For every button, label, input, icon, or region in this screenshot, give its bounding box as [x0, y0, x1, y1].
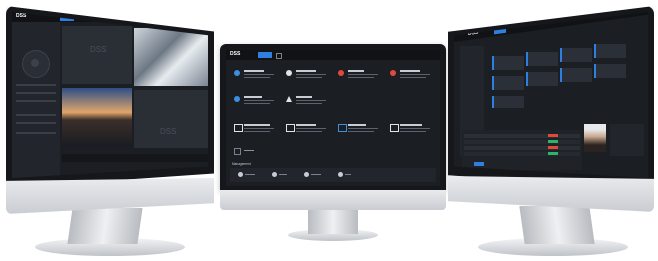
- status-badge: [548, 134, 558, 137]
- table-row[interactable]: [464, 146, 580, 150]
- app-tile[interactable]: [230, 92, 280, 110]
- table-row[interactable]: [464, 134, 580, 138]
- app-tile[interactable]: [334, 66, 384, 84]
- left-monitor-chin: [6, 178, 214, 214]
- left-control-panel: [12, 22, 60, 178]
- video-pane-1[interactable]: DSS: [62, 26, 132, 84]
- center-active-tab[interactable]: [258, 52, 272, 58]
- channel-card[interactable]: [526, 72, 558, 86]
- playback-icon: [286, 70, 292, 76]
- add-tab-button[interactable]: [276, 53, 282, 59]
- center-monitor: DSS Management: [218, 44, 448, 261]
- detail-panel: [610, 124, 644, 156]
- video-pane-2[interactable]: [134, 28, 208, 86]
- map-icon: [286, 96, 292, 102]
- left-monitor: DSS DSS DSS: [0, 0, 220, 261]
- table-row[interactable]: [464, 152, 580, 156]
- app-tile[interactable]: [230, 146, 260, 156]
- management-item[interactable]: [238, 172, 243, 177]
- channel-card[interactable]: [560, 48, 592, 62]
- center-app-logo: DSS: [230, 51, 241, 57]
- ptz-center-button[interactable]: [31, 59, 39, 67]
- management-item[interactable]: [304, 172, 309, 177]
- video-pane-3[interactable]: [62, 88, 132, 146]
- app-tile[interactable]: [282, 92, 332, 110]
- video-pane-4[interactable]: DSS: [134, 90, 208, 148]
- face-snapshot[interactable]: [584, 124, 606, 152]
- management-item[interactable]: [272, 172, 277, 177]
- status-badge: [548, 146, 558, 149]
- channel-grid: [488, 38, 644, 108]
- center-monitor-chin: [220, 190, 446, 210]
- table-row[interactable]: [464, 140, 580, 144]
- left-screen: DSS DSS DSS: [12, 12, 208, 178]
- app-tile[interactable]: [386, 120, 436, 138]
- app-tile[interactable]: [282, 120, 332, 138]
- channel-card[interactable]: [492, 96, 524, 108]
- right-screen: DSS: [454, 12, 648, 178]
- video-wall-icon: [234, 96, 240, 102]
- channel-card[interactable]: [492, 76, 524, 90]
- channel-card[interactable]: [594, 44, 626, 58]
- lock-icon: [390, 70, 396, 76]
- left-app-logo: DSS: [16, 13, 27, 19]
- left-bottom-bar: [62, 154, 208, 162]
- alarm-icon: [338, 70, 344, 76]
- app-tile[interactable]: [282, 66, 332, 84]
- vehicle-icon: [338, 124, 347, 132]
- channel-card[interactable]: [526, 52, 558, 66]
- left-monitor-body: DSS DSS DSS: [6, 6, 214, 214]
- status-badge: [548, 152, 558, 155]
- people-icon: [234, 124, 243, 132]
- center-topbar: DSS: [226, 50, 440, 60]
- right-monitor-chin: [448, 176, 654, 212]
- app-tile-grid: [230, 66, 436, 162]
- video-watermark-2: DSS: [160, 127, 177, 136]
- management-strip: [230, 168, 436, 182]
- right-monitor: DSS: [448, 0, 658, 261]
- app-tile[interactable]: [334, 120, 384, 138]
- center-monitor-neck: [308, 206, 358, 234]
- right-bottom-button[interactable]: [474, 162, 484, 166]
- monitor-icon: [234, 70, 240, 76]
- app-tile[interactable]: [230, 120, 280, 138]
- video-watermark: DSS: [90, 45, 107, 54]
- channel-card[interactable]: [594, 64, 626, 78]
- management-section-label: Management: [232, 162, 251, 166]
- center-screen: DSS Management: [226, 50, 440, 186]
- channel-card[interactable]: [560, 68, 592, 82]
- visitor-icon: [390, 124, 399, 132]
- app-tile[interactable]: [386, 66, 436, 84]
- access-icon: [286, 124, 295, 132]
- right-monitor-body: DSS: [448, 6, 654, 212]
- channel-card[interactable]: [492, 56, 524, 70]
- app-tile[interactable]: [230, 66, 280, 84]
- status-badge: [548, 140, 558, 143]
- management-item[interactable]: [338, 172, 343, 177]
